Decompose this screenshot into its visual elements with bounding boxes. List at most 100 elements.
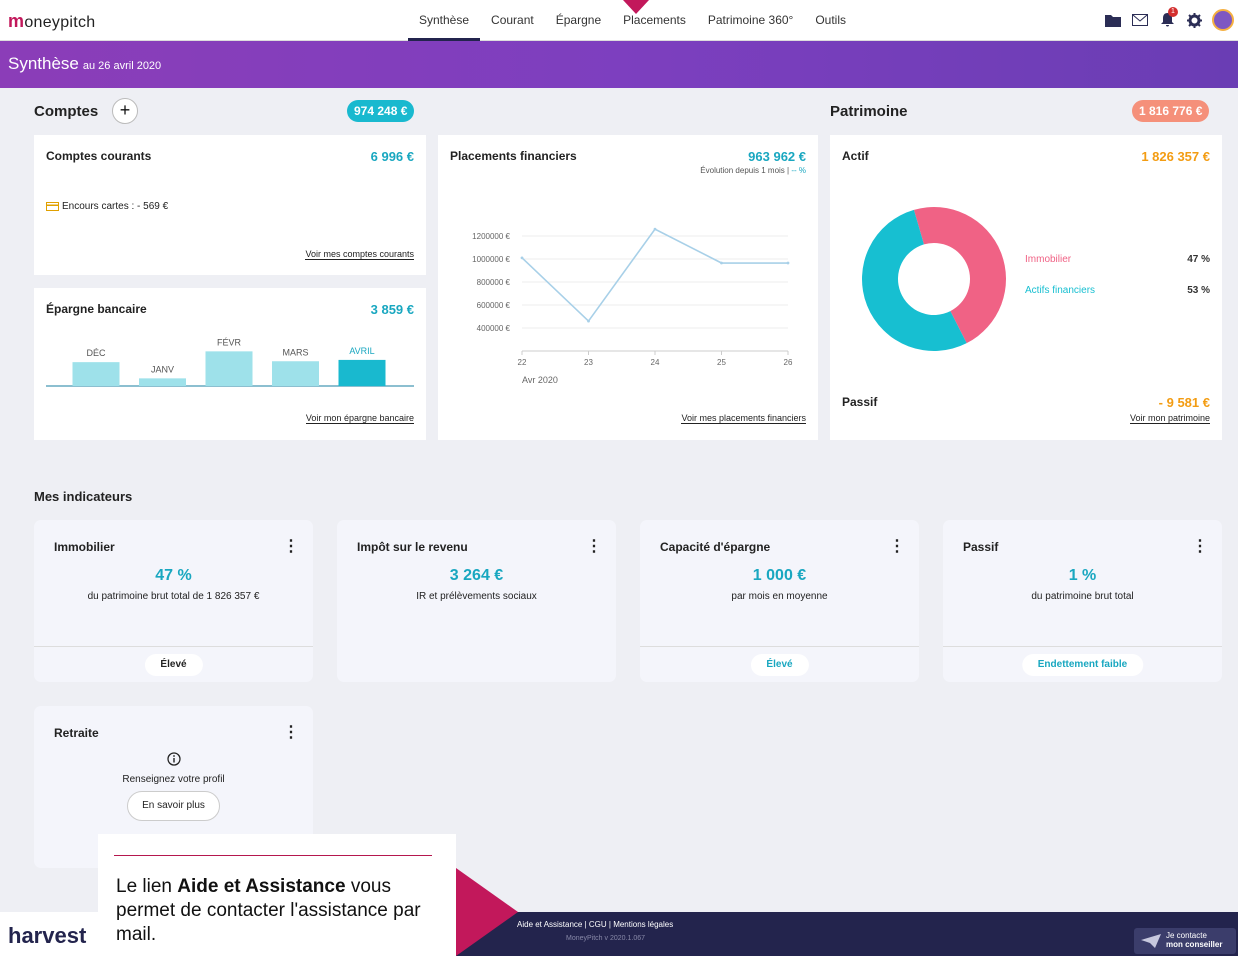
voir-placements-link[interactable]: Voir mes placements financiers xyxy=(681,413,806,424)
callout-divider xyxy=(114,855,432,856)
indicator-card-passif: Passif ⋮ 1 % du patrimoine brut total En… xyxy=(943,520,1222,682)
bar xyxy=(205,351,253,386)
y-tick-label: 400000 € xyxy=(477,324,511,333)
indicator-subtitle: IR et prélèvements sociaux xyxy=(416,591,537,602)
folder-icon[interactable] xyxy=(1104,11,1122,29)
page-banner: Synthèse au 26 avril 2020 xyxy=(0,41,1238,88)
comptes-title: Comptes xyxy=(34,103,99,120)
passif-amount: - 9 581 € xyxy=(1158,395,1210,410)
x-tick-label: 25 xyxy=(717,358,726,367)
nav-epargne[interactable]: Épargne xyxy=(545,0,612,41)
more-options-icon[interactable]: ⋮ xyxy=(586,536,602,556)
add-account-button[interactable]: + xyxy=(112,98,138,124)
data-point xyxy=(786,261,790,265)
bar-label: MARS xyxy=(282,347,308,357)
notification-badge: 1 xyxy=(1168,7,1178,17)
contact-conseiller-button[interactable]: Je contacte mon conseiller xyxy=(1134,928,1236,954)
indicator-badge: Endettement faible xyxy=(1021,654,1144,676)
voir-epargne-link[interactable]: Voir mon épargne bancaire xyxy=(305,413,414,424)
indicator-subtitle: par mois en moyenne xyxy=(731,591,828,602)
paper-plane-icon xyxy=(1141,934,1161,948)
bell-icon[interactable]: 1 xyxy=(1158,7,1178,29)
indicator-subtitle: du patrimoine brut total xyxy=(1031,591,1134,602)
indicator-footer: Endettement faible xyxy=(943,646,1222,682)
x-tick-label: 22 xyxy=(518,358,527,367)
placements-card: Placements financiers 963 962 € Évolutio… xyxy=(438,135,818,440)
more-options-icon[interactable]: ⋮ xyxy=(283,722,299,742)
y-tick-label: 800000 € xyxy=(477,278,511,287)
more-options-icon[interactable]: ⋮ xyxy=(1192,536,1208,556)
card-amount: 3 859 € xyxy=(370,302,414,317)
indicator-value: 3 264 € xyxy=(449,567,504,584)
legend-label: Immobilier xyxy=(1025,254,1072,265)
y-tick-label: 1000000 € xyxy=(472,255,510,264)
nav-outils[interactable]: Outils xyxy=(804,0,857,41)
epargne-bancaire-card: Épargne bancaire 3 859 € DÉC JANV FÉVR MARS… xyxy=(34,288,426,440)
patrimoine-title: Patrimoine xyxy=(830,103,908,120)
bar-label: JANV xyxy=(151,364,174,374)
more-options-icon[interactable]: ⋮ xyxy=(889,536,905,556)
indicator-footer: Élevé xyxy=(34,646,313,682)
bar-label: AVRIL xyxy=(349,346,374,356)
legend-value: 53 % xyxy=(1187,285,1210,296)
gear-icon[interactable] xyxy=(1185,11,1203,29)
encours-cartes: Encours cartes : - 569 € xyxy=(46,201,168,212)
nav-patrimoine-360[interactable]: Patrimoine 360° xyxy=(697,0,805,41)
placements-line-chart: 1200000 € 1000000 € 800000 € 600000 € 400000… xyxy=(472,227,793,385)
tutorial-callout: Le lien Aide et Assistance vous permet d… xyxy=(98,834,456,956)
app-version: MoneyPitch v 2020.1.067 xyxy=(566,935,645,942)
x-tick-label: 26 xyxy=(784,358,793,367)
patrimoine-donut-chart: Immobilier 47 % Actifs financiers 53 % xyxy=(862,206,1210,351)
card-title: Épargne bancaire xyxy=(46,302,147,316)
patrimoine-total-badge: 1 816 776 € xyxy=(1132,100,1210,122)
data-point xyxy=(587,319,590,323)
nav-synthese[interactable]: Synthèse xyxy=(408,0,481,41)
indicator-card-capacite: Capacité d'épargne ⋮ 1 000 € par mois en… xyxy=(640,520,919,682)
more-options-icon[interactable]: ⋮ xyxy=(283,536,299,556)
indicator-value: 1 % xyxy=(1068,567,1097,584)
moneypitch-logo[interactable]: moneypitch xyxy=(8,11,96,32)
mail-icon[interactable] xyxy=(1131,11,1149,29)
y-tick-label: 1200000 € xyxy=(472,232,510,241)
voir-patrimoine-link[interactable]: Voir mon patrimoine xyxy=(1129,413,1210,424)
indicator-badge: Élevé xyxy=(750,654,809,676)
comptes-total-badge: 974 248 € xyxy=(347,100,415,122)
legend-value: 47 % xyxy=(1187,254,1210,265)
bar-label: DÉC xyxy=(86,348,106,358)
actif-amount: 1 826 357 € xyxy=(1141,149,1210,164)
card-amount: 963 962 € xyxy=(748,149,806,164)
patrimoine-card: Actif 1 826 357 € Immobilier 47 % Actifs f… xyxy=(830,135,1222,440)
page-title: Synthèse au 26 avril 2020 xyxy=(8,54,162,73)
bar xyxy=(338,359,386,386)
harvest-logo: harvest xyxy=(0,912,98,956)
y-tick-label: 600000 € xyxy=(477,301,511,310)
indicator-card-immobilier: Immobilier ⋮ 47 % du patrimoine brut tot… xyxy=(34,520,313,682)
x-axis-label: Avr 2020 xyxy=(522,375,558,385)
passif-label: Passif xyxy=(842,395,878,409)
data-point xyxy=(720,261,723,265)
callout-text: Le lien Aide et Assistance vous permet d… xyxy=(116,876,421,945)
indicator-card-impot: Impôt sur le revenu ⋮ 3 264 € IR et prél… xyxy=(337,520,616,682)
x-tick-label: 24 xyxy=(651,358,660,367)
data-point xyxy=(520,256,524,260)
en-savoir-plus-button[interactable]: En savoir plus xyxy=(127,791,220,821)
bar xyxy=(72,362,120,386)
credit-card-icon xyxy=(46,202,59,211)
legend-label: Actifs financiers xyxy=(1025,285,1095,296)
actif-label: Actif xyxy=(842,149,869,163)
indicator-title: Passif xyxy=(963,540,999,554)
tutorial-pointer-icon xyxy=(623,0,649,14)
nav-courant[interactable]: Courant xyxy=(480,0,545,41)
indicator-value: 47 % xyxy=(155,567,192,584)
footer-links[interactable]: Aide et Assistance | CGU | Mentions léga… xyxy=(517,920,673,929)
comptes-courants-card: Comptes courants 6 996 € Encours cartes … xyxy=(34,135,426,275)
callout-arrow-icon xyxy=(456,868,518,956)
retraite-text: Renseignez votre profil xyxy=(122,774,225,785)
indicateurs-title: Mes indicateurs xyxy=(34,489,133,504)
avatar[interactable] xyxy=(1212,9,1234,31)
voir-comptes-courants-link[interactable]: Voir mes comptes courants xyxy=(305,249,414,260)
top-navbar: moneypitch Synthèse Courant Épargne Plac… xyxy=(0,0,1238,41)
card-amount: 6 996 € xyxy=(370,149,414,164)
info-icon xyxy=(34,752,313,769)
indicator-title: Impôt sur le revenu xyxy=(357,540,468,554)
